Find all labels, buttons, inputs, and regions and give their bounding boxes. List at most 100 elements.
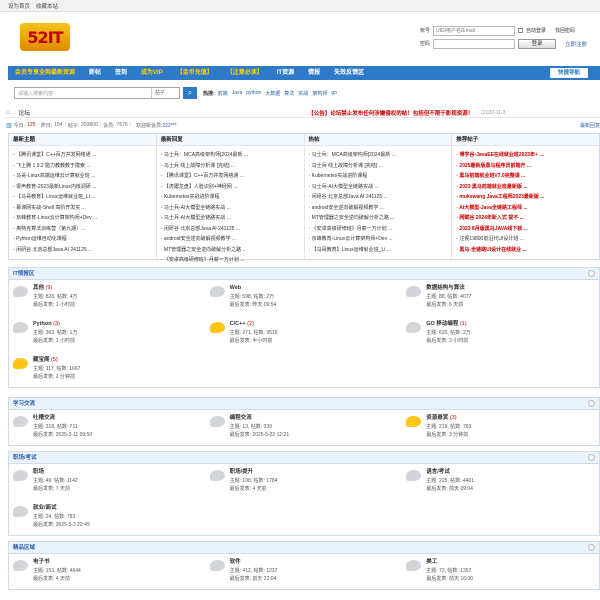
overview-link[interactable]: ◦ MT管理器之安全逆向破解分析之路 ... <box>309 213 452 224</box>
hot-keyword[interactable]: 算法 <box>284 90 294 97</box>
set-home-link[interactable]: 设为首页 <box>8 2 30 10</box>
overview-link[interactable]: ◦ 奥特克算法训练营（第九期）... <box>13 224 156 235</box>
nav-item[interactable]: 失效反馈区 <box>327 66 371 80</box>
forum-name[interactable]: 美工 <box>426 558 599 567</box>
overview-link[interactable]: ◦ 黑马-全链路UI设计在线就业 ... <box>456 245 599 256</box>
nav-item[interactable]: 会员专享全网最新资源 <box>8 66 82 80</box>
latest-replies-link[interactable]: 最新回复 <box>580 122 600 129</box>
overview-link[interactable]: ◦ 马士兵 线上故障分析课 [完结] ... <box>161 161 304 172</box>
section-title[interactable]: 精品区域 <box>9 542 599 554</box>
hot-keyword[interactable]: Java <box>232 90 243 97</box>
breadcrumb-current[interactable]: 论坛 <box>18 108 30 117</box>
forum-name[interactable]: 软件 <box>230 558 403 567</box>
overview-link[interactable]: ◦ 2025最新版黑马程序员前端开 ... <box>456 161 599 172</box>
site-logo[interactable]: 52IT <box>20 23 70 51</box>
forum-item[interactable]: 数据结构与算法 主题: 88, 帖数: 4077 最后发表: 6 天前 <box>402 280 599 316</box>
overview-link[interactable]: ◦ 【马哥教育】Linux运维就业班_Li ... <box>309 245 452 256</box>
collapse-toggle-icon[interactable] <box>588 270 595 277</box>
overview-link[interactable]: ◦ 马哥-Linux高端运维云计算就业班 ... <box>13 171 156 182</box>
overview-link[interactable]: ◦ 京峰教育-Linux云计算架构师+Dev ... <box>309 234 452 245</box>
nav-item[interactable]: 【注意必读】 <box>220 66 270 80</box>
overview-link[interactable]: ◦ 马士兵：MCA高级架构师[2024最新 ... <box>309 150 452 161</box>
overview-link[interactable]: ◦ Kubernetes实战进阶课程 <box>309 171 452 182</box>
forum-name[interactable]: Python (3) <box>33 320 206 329</box>
overview-link[interactable]: ◦ 飞上腾 1.9.2 能力教教教于摸索 ... <box>13 161 156 172</box>
forum-last-post[interactable]: 最后发表: 1 小时前 <box>33 301 206 309</box>
overview-link[interactable]: ◦ 马士兵-AI大模型全链路实战 ... <box>161 203 304 214</box>
newest-member-link[interactable]: 222*** <box>162 123 176 129</box>
forum-last-post[interactable]: 最后发表: 前天 22:04 <box>230 575 403 583</box>
overview-link[interactable]: ◦ 马士兵-AI大模型全链路实战 ... <box>161 213 304 224</box>
forum-last-post[interactable]: 最后发表: 昨天 09:54 <box>230 301 403 309</box>
forum-name[interactable]: Web <box>230 284 403 293</box>
hot-keyword[interactable]: go <box>331 90 337 97</box>
forum-name[interactable]: 吐槽交流 <box>33 414 206 423</box>
overview-link[interactable]: ◦ 闲研谷 北京总部Java AI 241125 ... <box>13 245 156 256</box>
overview-link[interactable]: ◦ 【腾讯课堂】C++百万并发网络通 ... <box>161 171 304 182</box>
nav-item[interactable]: 情报 <box>301 66 327 80</box>
collapse-toggle-icon[interactable] <box>588 454 595 461</box>
hot-keyword[interactable]: python <box>246 90 261 97</box>
nav-item[interactable]: 【金币充值】 <box>170 66 220 80</box>
overview-link[interactable]: ◦ Kubernetes实战进阶课程 <box>161 192 304 203</box>
overview-link[interactable]: ◦ 【马哥教育】Linux运维就业班_Li ... <box>13 192 156 203</box>
nav-item[interactable]: 成为VIP <box>134 66 170 80</box>
search-input[interactable]: 请输入搜索内容 帖子 <box>14 87 180 99</box>
forum-item[interactable]: 吐槽交流 主题: 318, 帖数: 711 最后发表: 2025-3-11 09:… <box>9 410 206 446</box>
section-title[interactable]: IT情报区 <box>9 268 599 280</box>
overview-link[interactable]: ◦ AI大模型-Java全链路工程师 ... <box>456 203 599 214</box>
forum-name[interactable]: 其他 (9) <box>33 284 206 293</box>
hot-keyword[interactable]: 架构师 <box>312 90 327 97</box>
forum-name[interactable]: 职场 <box>33 468 206 477</box>
forum-name[interactable]: 数据结构与算法 <box>426 284 599 293</box>
forum-item[interactable]: 编程交流 主题: 13, 帖数: 339 最后发表: 2025-5-22 12:2… <box>206 410 403 446</box>
forum-item[interactable]: 职场/提升 主题: 108, 帖数: 1784 最后发表: 4 天前 <box>206 464 403 500</box>
section-title[interactable]: 学习交流 <box>9 398 599 410</box>
forum-item[interactable]: GO 移动编程 (1) 主题: 620, 帖数: 2万 最后发表: 3 小时前 <box>402 316 599 352</box>
forum-name[interactable]: 职场/提升 <box>230 468 403 477</box>
forum-last-post[interactable]: 最后发表: 7 天前 <box>33 485 206 493</box>
search-button[interactable]: ⌕ <box>183 87 197 99</box>
forum-last-post[interactable]: 最后发表: 6 天前 <box>426 301 599 309</box>
nav-item[interactable]: 签到 <box>108 66 134 80</box>
forum-last-post[interactable]: 最后发表: 2 分钟前 <box>33 373 206 381</box>
forum-last-post[interactable]: 最后发表: 2025-5-3 22:49 <box>33 521 206 529</box>
nav-item[interactable]: IT资源 <box>270 66 301 80</box>
auto-login-checkbox[interactable] <box>518 28 523 33</box>
forum-last-post[interactable]: 最后发表: 4 天前 <box>33 575 206 583</box>
overview-link[interactable]: ◦ 2023 黑马前端就业班最新版 ... <box>456 182 599 193</box>
search-type-select[interactable]: 帖子 <box>151 88 179 98</box>
overview-link[interactable]: ◦ 【腾讯课堂】C++百万并发网络通 ... <box>13 150 156 161</box>
forum-item[interactable]: 语言/考试 主题: 225, 帖数: 4401 最后发表: 前天 09:04 <box>402 464 599 500</box>
overview-link[interactable]: ◦ android安全逆向破解视频教学 ... <box>161 234 304 245</box>
forum-item[interactable]: Python (3) 主题: 363, 帖数: 1万 最后发表: 1 小时前 <box>9 316 206 352</box>
section-title[interactable]: 职场/考试 <box>9 452 599 464</box>
forum-last-post[interactable]: 最后发表: 2025-3-11 09:50 <box>33 431 206 439</box>
quick-nav-button[interactable]: 快捷导航 <box>549 68 588 78</box>
forum-last-post[interactable]: 最后发表: 3 小时前 <box>426 337 599 345</box>
forum-name[interactable]: C/C++ (2) <box>230 320 403 329</box>
forum-item[interactable]: 电子书 主题: 153, 帖数: 4644 最后发表: 4 天前 <box>9 554 206 590</box>
overview-link[interactable]: ◦ MT管理器之安全逆向破解分析之路 ... <box>161 245 304 256</box>
hot-keyword[interactable]: 实战 <box>298 90 308 97</box>
overview-link[interactable]: ◦ Python运维自动化课程 <box>13 234 156 245</box>
forum-name[interactable]: 藏宝阁 (5) <box>33 356 206 365</box>
overview-link[interactable]: ◦ 马士兵-AI大模型全链路实战 ... <box>309 182 452 193</box>
password-input[interactable] <box>433 38 515 49</box>
overview-link[interactable]: ◦ android安全逆向破解视频教学 ... <box>309 203 452 214</box>
overview-link[interactable]: ◦ 京峰教育-Linux云计算架构师+Dev ... <box>13 213 156 224</box>
forum-last-post[interactable]: 最后发表: 前天 16:00 <box>426 575 599 583</box>
forum-last-post[interactable]: 最后发表: 前天 09:04 <box>426 485 599 493</box>
forum-item[interactable]: 其他 (9) 主题: 828, 帖数: 4万 最后发表: 1 小时前 <box>9 280 206 316</box>
overview-link[interactable]: ◦ 《安卓高级研修班》月薪一万计划 ... <box>309 224 452 235</box>
login-button[interactable]: 登录 <box>518 38 556 49</box>
hot-keyword[interactable]: 前端 <box>218 90 228 97</box>
forum-name[interactable]: GO 移动编程 (1) <box>426 320 599 329</box>
forum-item[interactable]: 藏宝阁 (5) 主题: 117, 帖数: 1667 最后发表: 2 分钟前 <box>9 352 206 388</box>
forum-item[interactable]: Web 主题: 598, 帖数: 2万 最后发表: 昨天 09:54 <box>206 280 403 316</box>
overview-link[interactable]: ◦ 马士兵 线上故障分析课 [完结] ... <box>309 161 452 172</box>
forum-last-post[interactable]: 最后发表: 4 天前 <box>230 485 403 493</box>
register-link[interactable]: 立即注册 <box>565 40 587 48</box>
home-icon[interactable]: ⌂ <box>6 109 10 116</box>
forum-last-post[interactable]: 最后发表: 半小时前 <box>230 337 403 345</box>
